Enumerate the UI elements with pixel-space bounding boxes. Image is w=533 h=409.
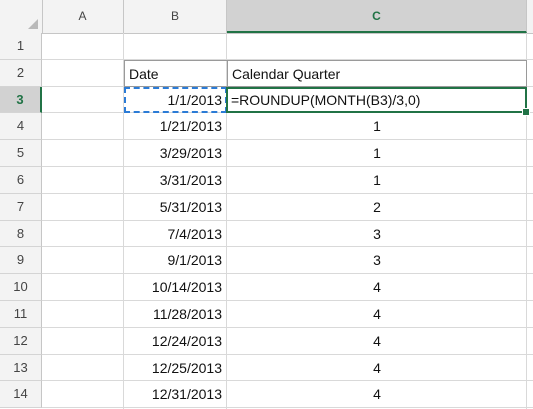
column-header-b[interactable]: B (124, 0, 227, 33)
spreadsheet: A B C 1 2 3 4 5 6 7 8 9 10 11 12 13 14 Date Calendar … (0, 0, 533, 409)
row-header-13[interactable]: 13 (0, 354, 42, 382)
cell-date[interactable]: 12/31/2013 (124, 381, 227, 408)
cell-quarter[interactable]: 1 (227, 167, 527, 194)
copy-marquee (124, 86, 227, 114)
cell-date[interactable]: 7/4/2013 (124, 221, 227, 248)
row-header-10[interactable]: 10 (0, 274, 42, 301)
row-header-5[interactable]: 5 (0, 140, 42, 167)
cell-date[interactable]: 3/29/2013 (124, 140, 227, 167)
column-header-c[interactable]: C (227, 0, 527, 33)
cell-date[interactable]: 3/31/2013 (124, 167, 227, 194)
cell-quarter[interactable]: 4 (227, 355, 527, 382)
select-all-triangle-icon (28, 19, 38, 29)
row-header-12[interactable]: 12 (0, 327, 42, 355)
cell-b2-date-header[interactable]: Date (124, 59, 228, 87)
select-all-corner[interactable] (0, 0, 43, 33)
cell-quarter[interactable]: 4 (227, 301, 527, 328)
cell-date[interactable]: 5/31/2013 (124, 194, 227, 221)
row-header-3[interactable]: 3 (0, 86, 42, 114)
row-header-8[interactable]: 8 (0, 220, 42, 248)
row-header-9[interactable]: 9 (0, 247, 42, 275)
column-header-row: A B C (0, 0, 533, 34)
cell-date[interactable]: 10/14/2013 (124, 274, 227, 301)
cell-quarter[interactable]: 1 (227, 113, 527, 140)
row-header-7[interactable]: 7 (0, 193, 42, 221)
row-header-14[interactable]: 14 (0, 381, 42, 409)
cell-date[interactable]: 12/25/2013 (124, 355, 227, 382)
row-header-11[interactable]: 11 (0, 301, 42, 328)
row-header-6[interactable]: 6 (0, 167, 42, 194)
cell-quarter[interactable]: 3 (227, 247, 527, 274)
column-header-a[interactable]: A (42, 0, 124, 33)
cell-c2-quarter-header[interactable]: Calendar Quarter (227, 59, 527, 87)
cell-quarter[interactable]: 1 (227, 140, 527, 167)
cell-quarter[interactable]: 4 (227, 274, 527, 301)
cell-quarter[interactable]: 4 (227, 328, 527, 355)
cell-quarter[interactable]: 3 (227, 221, 527, 248)
cell-quarter[interactable]: 4 (227, 381, 527, 408)
active-cell-border (226, 86, 527, 114)
cell-date[interactable]: 9/1/2013 (124, 247, 227, 274)
cell-date[interactable]: 1/21/2013 (124, 113, 227, 140)
cell-quarter[interactable]: 2 (227, 194, 527, 221)
row-header-2[interactable]: 2 (0, 59, 42, 87)
row-header-1[interactable]: 1 (0, 33, 42, 60)
cell-date[interactable]: 12/24/2013 (124, 328, 227, 355)
cell-date[interactable]: 11/28/2013 (124, 301, 227, 328)
row-header-4[interactable]: 4 (0, 113, 42, 141)
